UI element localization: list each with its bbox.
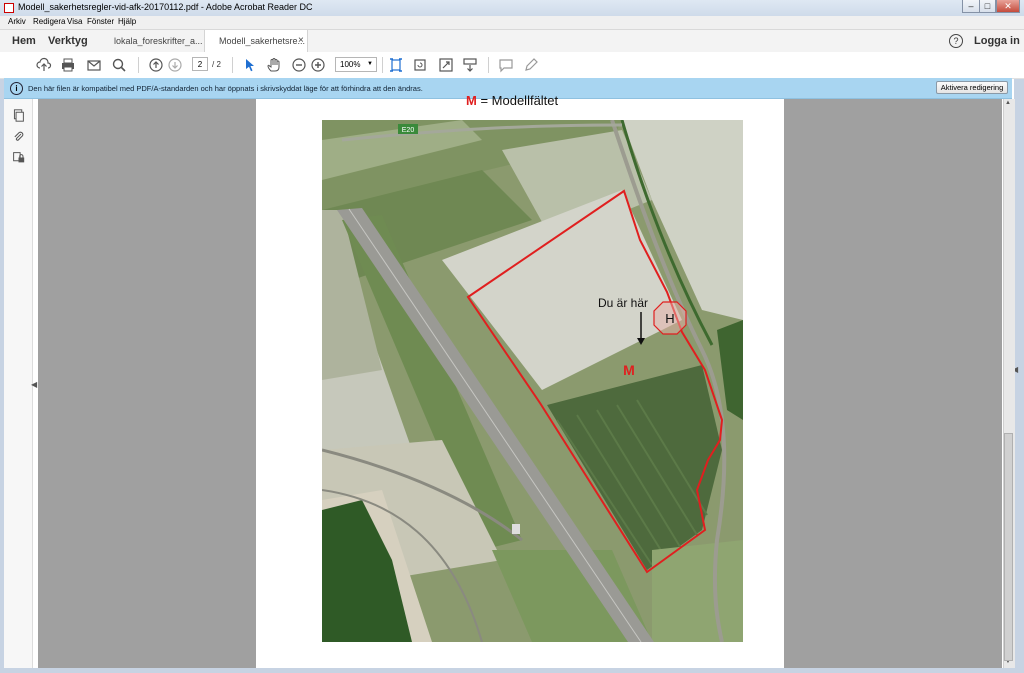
upload-icon[interactable] [36, 57, 52, 73]
collapse-left-panel-icon[interactable]: ◀ [31, 380, 37, 389]
menu-fonster[interactable]: Fönster [87, 17, 114, 26]
email-icon[interactable] [86, 57, 102, 73]
aerial-map-drawing: E20 H Du är här M [322, 120, 743, 642]
menu-bar: Arkiv Redigera Visa Fönster Hjälp [0, 16, 1024, 29]
toolbar-separator [488, 57, 489, 73]
zoom-value: 100% [340, 60, 361, 69]
toolbar-separator [232, 57, 233, 73]
login-link[interactable]: Logga in [974, 35, 1020, 47]
aerial-map-image: E20 H Du är här M [322, 120, 743, 642]
tab-document-1[interactable]: lokala_foreskrifter_a... [100, 30, 204, 52]
tab-document-2-label: Modell_sakerhetsre... [219, 36, 306, 46]
read-mode-icon[interactable] [462, 57, 478, 73]
close-window-button[interactable]: ✕ [996, 0, 1020, 13]
toolbar-separator [382, 57, 383, 73]
model-field-marker: M [623, 362, 635, 378]
maximize-button[interactable]: □ [979, 0, 996, 13]
window-frame-bottom [0, 668, 1024, 673]
minimize-button[interactable]: – [962, 0, 980, 13]
page-thumbnails-icon[interactable] [12, 109, 25, 122]
tab-bar: Hem Verktyg lokala_foreskrifter_a... Mod… [0, 29, 1024, 53]
page-number-input[interactable]: 2 [192, 57, 208, 71]
menu-redigera[interactable]: Redigera [33, 17, 65, 26]
page-up-icon[interactable] [148, 57, 164, 73]
legend-letter: M [466, 93, 477, 108]
map-legend: M = Modellfältet [466, 93, 558, 108]
menu-visa[interactable]: Visa [67, 17, 82, 26]
zoom-select[interactable]: 100% ▼ [335, 57, 377, 72]
page-down-icon[interactable] [167, 57, 183, 73]
search-icon[interactable] [111, 57, 127, 73]
toolbar-separator [138, 57, 139, 73]
window-title: Modell_sakerhetsregler-vid-afk-20170112.… [18, 2, 313, 12]
info-icon: i [10, 82, 23, 95]
zoom-in-icon[interactable] [310, 57, 326, 73]
legend-text: = Modellfältet [476, 93, 559, 108]
fit-page-icon[interactable] [388, 57, 404, 73]
attachment-icon[interactable] [12, 130, 25, 143]
fullscreen-icon[interactable] [438, 57, 454, 73]
help-icon[interactable]: ? [949, 34, 963, 48]
rotate-icon[interactable] [412, 57, 428, 73]
tab-document-1-label: lokala_foreskrifter_a... [114, 36, 203, 46]
select-cursor-icon[interactable] [242, 57, 258, 73]
menu-arkiv[interactable]: Arkiv [8, 17, 26, 26]
security-lock-icon[interactable] [12, 151, 25, 164]
hand-icon[interactable] [266, 57, 282, 73]
window-frame-right [1014, 29, 1024, 673]
scroll-up-icon[interactable]: ▲ [1005, 100, 1011, 106]
page-total: / 2 [212, 60, 221, 69]
scrollbar-thumb[interactable] [1004, 433, 1013, 661]
tab-home[interactable]: Hem [12, 35, 36, 47]
pen-icon[interactable] [523, 57, 539, 73]
print-icon[interactable] [60, 57, 76, 73]
heli-label: H [665, 311, 674, 326]
tab-document-2[interactable]: Modell_sakerhetsre... × [204, 30, 308, 52]
enable-editing-button[interactable]: Aktivera redigering [936, 81, 1008, 94]
menu-hjalp[interactable]: Hjälp [118, 17, 136, 26]
zoom-out-icon[interactable] [291, 57, 307, 73]
acrobat-app-icon [4, 3, 14, 13]
tab-tools[interactable]: Verktyg [48, 35, 88, 47]
pdfa-message: Den här filen är kompatibel med PDF/A-st… [28, 84, 423, 93]
you-are-here-label: Du är här [598, 296, 648, 310]
toolbar: 2 / 2 100% ▼ [0, 52, 1024, 79]
left-navigation-panel [4, 99, 33, 668]
title-bar: Modell_sakerhetsregler-vid-afk-20170112.… [0, 0, 1024, 17]
road-label-e20: E20 [402, 127, 415, 134]
chevron-down-icon: ▼ [367, 61, 373, 67]
comment-icon[interactable] [498, 57, 514, 73]
tab-close-icon[interactable]: × [298, 30, 304, 52]
